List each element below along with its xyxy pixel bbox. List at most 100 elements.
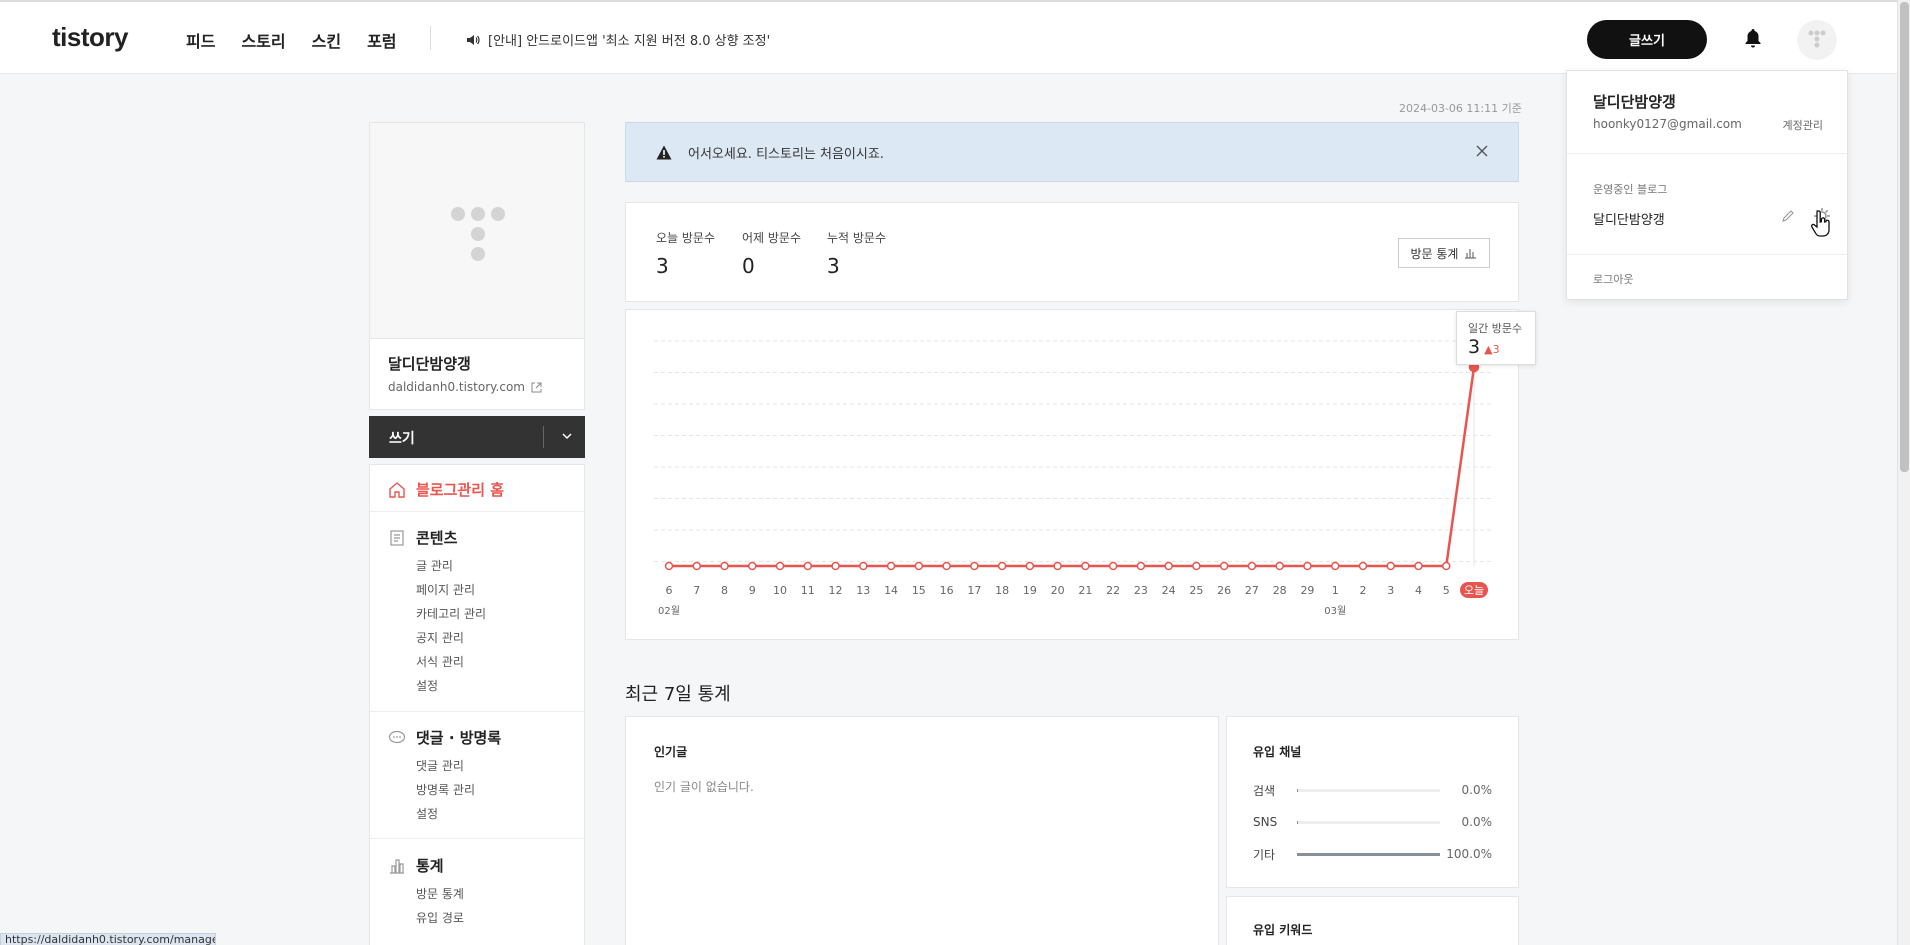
hand-cursor-icon bbox=[1811, 210, 1830, 237]
menu-item-templates[interactable]: 서식 관리 bbox=[416, 650, 568, 674]
channel-bar-fill bbox=[1296, 820, 1299, 824]
data-point bbox=[914, 561, 924, 571]
menu-home-label: 블로그관리 홈 bbox=[416, 481, 505, 499]
welcome-text: 어서오세요. 티스토리는 처음이시죠. bbox=[688, 146, 884, 162]
channel-row: 기타 100.0% bbox=[1253, 838, 1492, 870]
month-label: 03월 bbox=[1324, 605, 1346, 617]
menu-section-title[interactable]: 댓글 · 방명록 bbox=[388, 727, 568, 748]
write-dropdown[interactable]: 쓰기 bbox=[369, 416, 585, 458]
visitor-summary: 오늘 방문수 3 어제 방문수 0 누적 방문수 3 방문 통계 bbox=[625, 202, 1519, 302]
channel-percent: 0.0% bbox=[1461, 783, 1493, 797]
scrollbar-thumb[interactable] bbox=[1900, 2, 1909, 472]
today-visits: 오늘 방문수 3 bbox=[656, 231, 716, 278]
write-post-button[interactable]: 글쓰기 bbox=[1587, 20, 1707, 59]
menu-section-title[interactable]: 통계 bbox=[388, 855, 568, 876]
data-point bbox=[970, 561, 979, 571]
x-tick-label: 23 bbox=[1134, 584, 1148, 597]
menu-item-posts[interactable]: 글 관리 bbox=[416, 554, 568, 578]
data-point bbox=[1247, 561, 1257, 571]
menu-section-title[interactable]: 콘텐츠 bbox=[388, 527, 568, 548]
x-tick-label: 10 bbox=[773, 584, 787, 597]
menu-item-comments[interactable]: 댓글 관리 bbox=[416, 754, 568, 778]
blog-profile-image[interactable] bbox=[369, 122, 585, 338]
visit-stats-button[interactable]: 방문 통계 bbox=[1398, 238, 1490, 268]
bell-icon[interactable] bbox=[1744, 28, 1762, 48]
menu-item-referrers[interactable]: 유입 경로 bbox=[416, 906, 568, 930]
nav-feed[interactable]: 피드 bbox=[186, 28, 215, 52]
data-point bbox=[1219, 561, 1229, 571]
profile-avatar-button[interactable] bbox=[1797, 20, 1837, 60]
close-icon[interactable] bbox=[1474, 143, 1490, 159]
nav-skin[interactable]: 스킨 bbox=[312, 28, 341, 52]
menu-divider bbox=[370, 511, 584, 512]
data-point bbox=[1108, 561, 1118, 571]
menu-item-visit-stats[interactable]: 방문 통계 bbox=[416, 882, 568, 906]
menu-item-guestbook[interactable]: 방명록 관리 bbox=[416, 778, 568, 802]
data-point bbox=[1441, 561, 1451, 571]
channel-row: SNS 0.0% bbox=[1253, 806, 1492, 838]
channel-bar bbox=[1296, 852, 1441, 856]
nav-forum[interactable]: 포럼 bbox=[367, 28, 396, 52]
nav-story[interactable]: 스토리 bbox=[241, 28, 285, 52]
bar-chart-icon bbox=[390, 858, 404, 874]
write-separator bbox=[543, 426, 544, 448]
notice-banner[interactable]: [안내] 안드로이드앱 '최소 지원 버전 8.0 상향 조정' bbox=[466, 30, 770, 49]
x-tick-label: 8 bbox=[721, 584, 728, 597]
menu-section-comments: 댓글 · 방명록 댓글 관리 방명록 관리 설정 bbox=[388, 727, 568, 826]
recent-stats-title: 최근 7일 통계 bbox=[625, 684, 731, 705]
tistory-dots-icon bbox=[1808, 30, 1826, 48]
menu-admin-home[interactable]: 블로그관리 홈 bbox=[388, 479, 504, 500]
data-point bbox=[1164, 561, 1173, 571]
menu-section-stats: 통계 방문 통계 유입 경로 bbox=[388, 855, 568, 930]
x-tick-label: 21 bbox=[1078, 584, 1092, 597]
warning-icon bbox=[656, 145, 672, 159]
data-point bbox=[997, 561, 1007, 571]
x-tick-label: 27 bbox=[1245, 584, 1259, 597]
channel-name: SNS bbox=[1253, 815, 1278, 829]
x-tick-label: 13 bbox=[856, 584, 870, 597]
blogs-label: 운영중인 블로그 bbox=[1593, 183, 1668, 196]
pencil-icon[interactable] bbox=[1781, 209, 1795, 223]
blog-url-text: daldidanh0.tistory.com bbox=[388, 380, 525, 394]
visits-line-chart: 6 7 8 9 10 11 12 13 14 15 16 17 18 19 20 21 22 23 24 25 26 27… bbox=[654, 328, 1492, 617]
menu-divider bbox=[370, 711, 584, 712]
daily-visits-chart: 6 7 8 9 10 11 12 13 14 15 16 17 18 19 20 21 22 23 24 25 26 27… bbox=[625, 309, 1519, 640]
account-settings-link[interactable]: 계정관리 bbox=[1783, 117, 1823, 133]
channel-name: 기타 bbox=[1253, 847, 1276, 862]
x-tick-label: 7 bbox=[693, 584, 700, 597]
chevron-down-icon[interactable] bbox=[557, 426, 577, 446]
home-icon bbox=[389, 481, 405, 498]
account-dropdown: 달디단밤양갱 hoonky0127@gmail.com 계정관리 운영중인 블로… bbox=[1566, 70, 1848, 300]
x-tick-label: 25 bbox=[1189, 584, 1203, 597]
x-tick-label: 16 bbox=[940, 584, 954, 597]
menu-item-comment-settings[interactable]: 설정 bbox=[416, 802, 568, 826]
tistory-logo[interactable]: tistory bbox=[52, 22, 128, 53]
channel-bar-fill bbox=[1296, 788, 1299, 792]
menu-item-categories[interactable]: 카테고리 관리 bbox=[416, 602, 568, 626]
popular-title: 인기글 bbox=[654, 745, 688, 759]
blog-link[interactable]: 달디단밤양갱 bbox=[1593, 209, 1665, 228]
data-point bbox=[1192, 561, 1201, 571]
menu-item-pages[interactable]: 페이지 관리 bbox=[416, 578, 568, 602]
data-point bbox=[775, 561, 785, 571]
admin-menu: 블로그관리 홈 콘텐츠 글 관리 페이지 관리 카테고리 관리 공지 관리 서식… bbox=[369, 464, 585, 945]
welcome-banner: 어서오세요. 티스토리는 처음이시죠. bbox=[625, 122, 1519, 182]
account-name: 달디단밤양갱 bbox=[1593, 93, 1676, 111]
data-point bbox=[1136, 561, 1146, 571]
x-tick-label: 11 bbox=[801, 584, 815, 597]
data-point bbox=[1025, 561, 1035, 571]
menu-section-content: 콘텐츠 글 관리 페이지 관리 카테고리 관리 공지 관리 서식 관리 설정 bbox=[388, 527, 568, 698]
data-point bbox=[1414, 561, 1423, 571]
menu-item-content-settings[interactable]: 설정 bbox=[416, 674, 568, 698]
data-point bbox=[720, 561, 729, 571]
menu-item-notices[interactable]: 공지 관리 bbox=[416, 626, 568, 650]
x-tick-label: 6 bbox=[666, 584, 673, 597]
blog-url-link[interactable]: daldidanh0.tistory.com bbox=[388, 380, 566, 394]
popular-posts-card: 인기글 인기 글이 없습니다. bbox=[625, 716, 1219, 945]
speaker-icon bbox=[467, 34, 480, 45]
data-point bbox=[1386, 561, 1395, 571]
x-tick-label: 12 bbox=[829, 584, 843, 597]
vertical-scrollbar[interactable] bbox=[1897, 0, 1910, 945]
logout-link[interactable]: 로그아웃 bbox=[1593, 271, 1633, 287]
data-point bbox=[1303, 561, 1312, 571]
